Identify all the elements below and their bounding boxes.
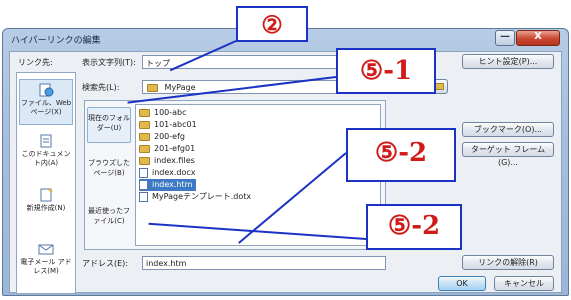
- target-frame-button[interactable]: ターゲット フレーム(G)...: [462, 142, 554, 167]
- look-in-label: 検索先(L):: [82, 83, 120, 92]
- email-icon: [38, 244, 54, 255]
- file-name: index.docx: [152, 168, 196, 177]
- callout-label: ②: [261, 10, 283, 39]
- file-name: index.files: [154, 156, 195, 165]
- sidebar-item-email[interactable]: 電子メール アドレス(M): [19, 239, 73, 285]
- list-item-selected[interactable]: index.htm: [139, 179, 197, 191]
- folder-icon: [139, 108, 150, 117]
- callout-label: ⑤-1: [359, 56, 413, 86]
- folder-icon: [139, 132, 150, 141]
- ok-button[interactable]: OK: [438, 276, 486, 291]
- globe-file-icon: [39, 83, 54, 97]
- files-pane: 現在のフォルダー(U) ブラウズしたページ(B) 最近使ったファイル(C) 10…: [84, 100, 386, 250]
- nav-label: 最近使ったファイル(C): [88, 207, 130, 225]
- dialog-client-area: リンク先: 表示文字列(T): トップ ヒント設定(P)... ファイル、Web…: [9, 51, 562, 294]
- list-item[interactable]: index.docx: [139, 167, 196, 179]
- link-to-sidebar: ファイル、Web ページ(X) このドキュメント内(A) 新規作成(N) 電子メ…: [16, 72, 76, 294]
- new-document-icon: [40, 188, 53, 202]
- sidebar-item-file-web[interactable]: ファイル、Web ページ(X): [19, 79, 73, 125]
- file-name: 101-abc01: [154, 120, 197, 129]
- list-item[interactable]: 101-abc01: [139, 119, 197, 131]
- folder-icon: [139, 120, 150, 129]
- template-file-icon: [139, 191, 148, 202]
- list-item[interactable]: index.files: [139, 155, 195, 167]
- remove-link-button[interactable]: リンクの解除(R): [462, 255, 554, 270]
- dialog-title: ハイパーリンクの編集: [11, 36, 101, 46]
- callout-5-2-upper: ⑤-2: [346, 128, 456, 182]
- html-file-icon: [139, 179, 148, 190]
- nav-current-folder[interactable]: 現在のフォルダー(U): [87, 107, 131, 143]
- cancel-button[interactable]: キャンセル: [494, 276, 554, 291]
- sidebar-item-label: 電子メール アドレス(M): [20, 258, 72, 275]
- sidebar-item-label: ファイル、Web ページ(X): [20, 99, 72, 116]
- callout-label: ⑤-2: [387, 211, 441, 241]
- file-name: 200-efg: [154, 132, 185, 141]
- nav-recent-files[interactable]: 最近使ったファイル(C): [87, 201, 131, 237]
- file-name: 201-efg01: [154, 144, 196, 153]
- address-label: アドレス(E):: [82, 259, 128, 268]
- display-text-label: 表示文字列(T):: [82, 58, 136, 67]
- list-item[interactable]: 100-abc: [139, 107, 187, 119]
- file-name: 100-abc: [154, 108, 187, 117]
- file-name: MyPageテンプレート.dotx: [152, 192, 252, 201]
- nav-label: ブラウズしたページ(B): [88, 159, 130, 177]
- sidebar-item-this-document[interactable]: このドキュメント内(A): [19, 131, 73, 177]
- list-item[interactable]: MyPageテンプレート.dotx: [139, 191, 251, 203]
- document-icon: [40, 134, 52, 148]
- folder-icon: [139, 156, 150, 165]
- look-in-value: MyPage: [164, 83, 196, 92]
- list-item[interactable]: 200-efg: [139, 131, 185, 143]
- hyperlink-dialog: ハイパーリンクの編集 — X リンク先: 表示文字列(T): トップ ヒント設定…: [2, 28, 569, 296]
- address-input[interactable]: index.htm: [142, 256, 386, 270]
- nav-label: 現在のフォルダー(U): [88, 114, 130, 132]
- minimize-button[interactable]: —: [495, 30, 515, 46]
- list-item[interactable]: 201-efg01: [139, 143, 195, 155]
- callout-5-2-lower: ⑤-2: [366, 204, 462, 250]
- sidebar-item-label: 新規作成(N): [26, 204, 66, 212]
- sidebar-item-create-new[interactable]: 新規作成(N): [19, 185, 73, 231]
- bookmark-button[interactable]: ブックマーク(O)...: [462, 122, 554, 137]
- close-button[interactable]: X: [516, 30, 560, 46]
- nav-browsed-pages[interactable]: ブラウズしたページ(B): [87, 153, 131, 189]
- minimize-icon: —: [500, 31, 510, 42]
- file-name: index.htm: [152, 180, 193, 189]
- callout-2: ②: [236, 6, 308, 42]
- sidebar-item-label: このドキュメント内(A): [21, 150, 71, 167]
- screentip-button[interactable]: ヒント設定(P)...: [462, 54, 554, 69]
- word-file-icon: [139, 167, 148, 178]
- close-icon: X: [534, 31, 542, 42]
- link-to-label: リンク先:: [18, 58, 53, 67]
- callout-5-1: ⑤-1: [336, 48, 436, 94]
- folder-icon: [139, 144, 150, 153]
- folder-icon: [147, 83, 158, 92]
- callout-label: ⑤-2: [374, 138, 428, 168]
